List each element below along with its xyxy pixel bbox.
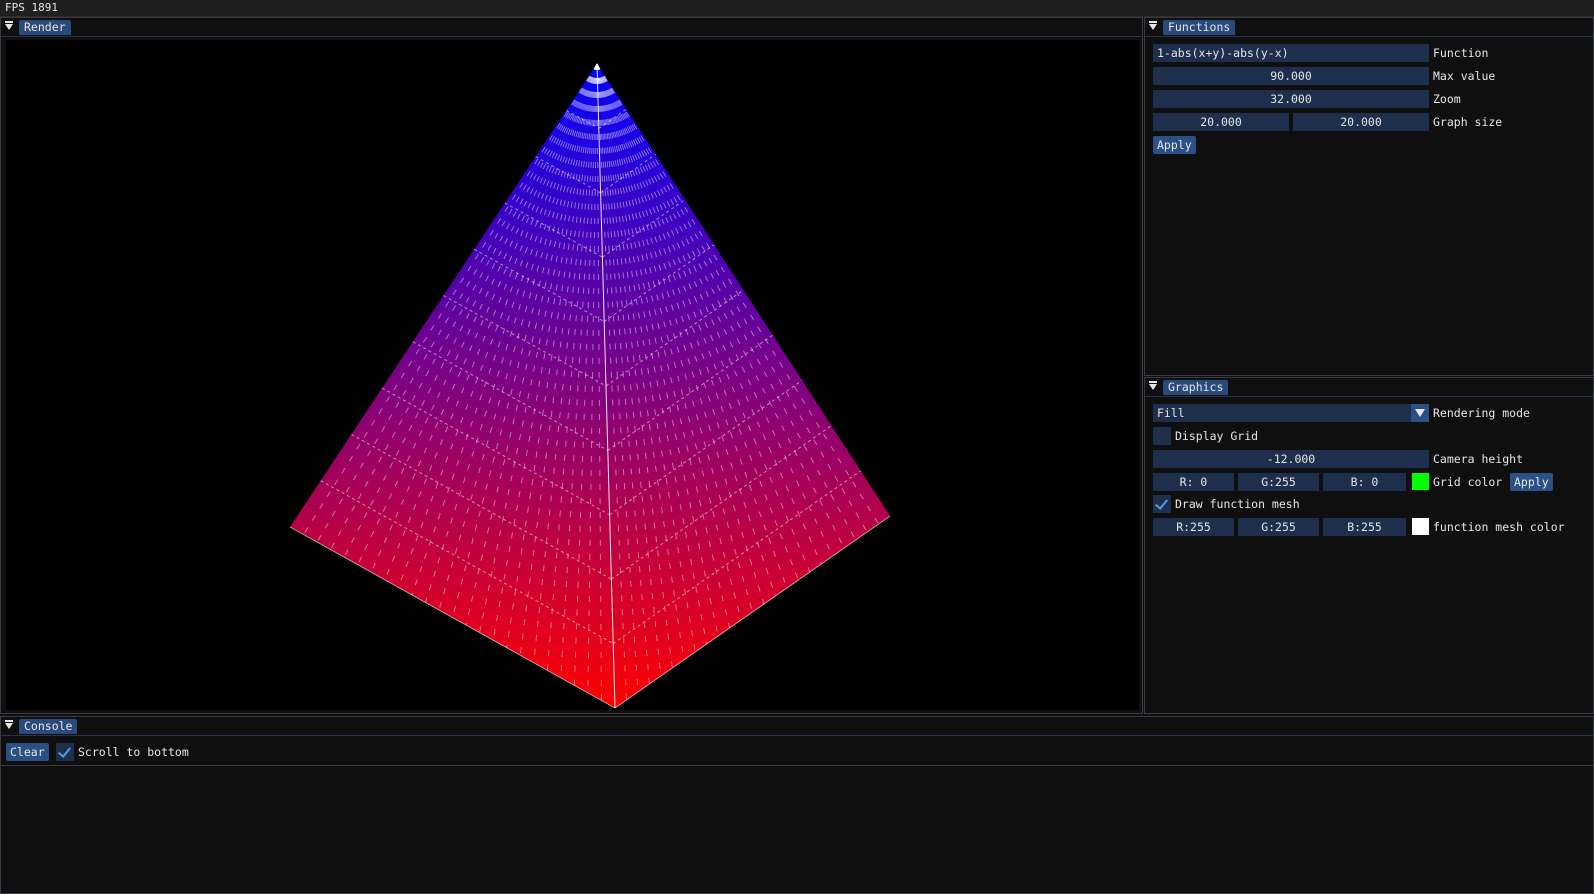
grid-color-apply-button[interactable]: Apply <box>1510 473 1553 491</box>
grid-color-label: Grid color <box>1433 475 1503 489</box>
draw-function-mesh-checkbox[interactable] <box>1153 495 1171 513</box>
function-input[interactable]: 1-abs(x+y)-abs(y-x) <box>1153 44 1429 62</box>
display-grid-label: Display Grid <box>1175 429 1259 443</box>
render-canvas[interactable] <box>6 40 1139 710</box>
console-clear-button[interactable]: Clear <box>6 743 49 761</box>
graph-size-y-input[interactable]: 20.000 <box>1293 113 1429 131</box>
display-grid-checkbox[interactable] <box>1153 427 1171 445</box>
mesh-color-b-input[interactable]: B:255 <box>1323 518 1406 536</box>
grid-color-b-input[interactable]: B: 0 <box>1323 473 1406 491</box>
console-titlebar[interactable]: Console <box>1 717 1593 736</box>
graph-size-x-input[interactable]: 20.000 <box>1153 113 1289 131</box>
fps-bar: FPS 1891 <box>0 0 1594 17</box>
scroll-to-bottom-checkbox[interactable] <box>56 743 74 761</box>
console-title: Console <box>19 719 78 734</box>
rendering-mode-select[interactable]: Fill <box>1153 404 1411 422</box>
chevron-down-icon[interactable] <box>1411 404 1429 422</box>
console-window: Console Clear Scroll to bottom <box>0 716 1594 894</box>
render-window: Render <box>0 17 1143 714</box>
console-log-area[interactable] <box>1 766 1593 893</box>
collapse-arrow-icon[interactable] <box>1149 21 1157 30</box>
rendering-mode-label: Rendering mode <box>1433 406 1530 420</box>
camera-height-input[interactable]: -12.000 <box>1153 450 1429 468</box>
zoom-label: Zoom <box>1433 92 1461 106</box>
collapse-arrow-icon[interactable] <box>5 21 13 30</box>
fps-counter: FPS 1891 <box>5 1 58 14</box>
graphics-titlebar[interactable]: Graphics <box>1145 378 1593 397</box>
mesh-color-swatch[interactable] <box>1412 518 1429 535</box>
functions-titlebar[interactable]: Functions <box>1145 18 1593 37</box>
max-value-input[interactable]: 90.000 <box>1153 67 1429 85</box>
graph-size-label: Graph size <box>1433 115 1503 129</box>
collapse-arrow-icon[interactable] <box>1149 381 1157 390</box>
graphics-window: Graphics Fill Rendering mode Display Gri… <box>1144 377 1594 714</box>
zoom-input[interactable]: 32.000 <box>1153 90 1429 108</box>
grid-color-g-input[interactable]: G:255 <box>1238 473 1319 491</box>
graphics-title: Graphics <box>1163 380 1229 395</box>
mesh-color-r-input[interactable]: R:255 <box>1153 518 1234 536</box>
render-titlebar[interactable]: Render <box>1 18 1142 37</box>
scroll-to-bottom-label: Scroll to bottom <box>78 745 189 759</box>
max-value-label: Max value <box>1433 69 1496 83</box>
functions-apply-button[interactable]: Apply <box>1153 136 1196 154</box>
camera-height-label: Camera height <box>1433 452 1524 466</box>
mesh-color-label: function mesh color <box>1433 520 1565 534</box>
mesh-color-g-input[interactable]: G:255 <box>1238 518 1319 536</box>
functions-window: Functions 1-abs(x+y)-abs(y-x) Function 9… <box>1144 17 1594 376</box>
function-label: Function <box>1433 46 1489 60</box>
render-title: Render <box>19 20 71 35</box>
draw-function-mesh-label: Draw function mesh <box>1175 497 1300 511</box>
functions-title: Functions <box>1163 20 1236 35</box>
grid-color-swatch[interactable] <box>1412 473 1429 490</box>
grid-color-r-input[interactable]: R: 0 <box>1153 473 1234 491</box>
collapse-arrow-icon[interactable] <box>5 720 13 729</box>
